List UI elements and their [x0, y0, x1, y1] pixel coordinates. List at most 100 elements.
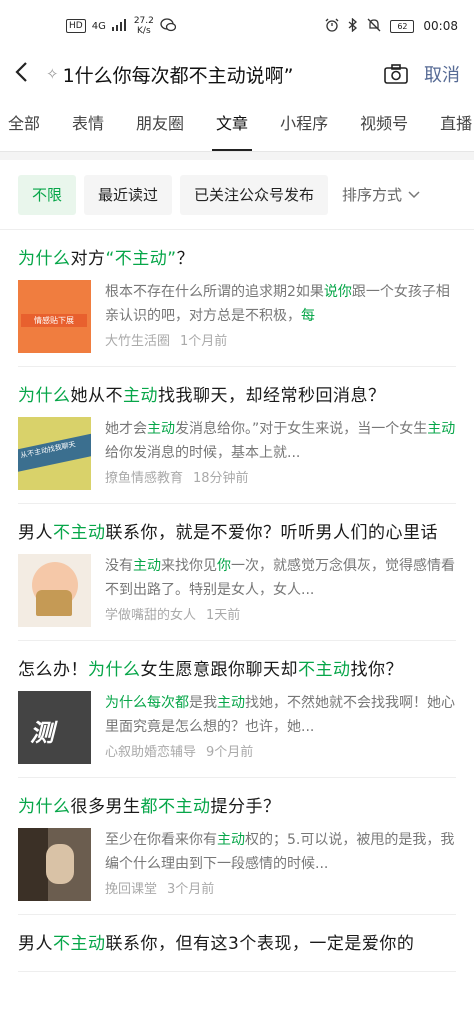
plain-text: 是我 — [189, 695, 217, 711]
plain-text: 提分手？ — [210, 797, 281, 817]
filter-chip-followed-accounts[interactable]: 已关注公众号发布 — [180, 174, 329, 215]
result-meta: 大竹生活圈 1个月前 — [105, 330, 456, 354]
tab-item[interactable]: 直播 — [424, 96, 474, 151]
search-input[interactable]: ✧ 1什么你每次都不主动说啊” — [46, 61, 376, 88]
result-item[interactable]: 为什么对方“不主动”？ 情感贴下展 根本不存在什么所谓的追求期2如果说你跟一个女孩子… — [18, 230, 456, 367]
highlight-text: 每 — [301, 308, 315, 324]
result-thumbnail — [18, 828, 91, 901]
publish-time: 9个月前 — [206, 745, 254, 760]
source-account: 心叙助婚恋辅导 — [105, 745, 197, 760]
sparkle-icon: ✧ — [46, 65, 59, 83]
plain-text: 她才会 — [105, 421, 147, 437]
result-meta: 学做嘴甜的女人 1天前 — [105, 604, 456, 628]
publish-time: 18分钟前 — [193, 471, 249, 486]
result-thumbnail: 从不主动找我聊天 — [18, 417, 91, 490]
network-speed: 27.2 K/s — [134, 16, 154, 36]
plain-text: 找你？ — [350, 660, 403, 680]
tab-item[interactable]: 视频号 — [344, 96, 424, 151]
plain-text: 联系你，就是不爱你？听听男人们的心里话 — [105, 523, 438, 543]
highlight-text: 都不主动 — [140, 797, 211, 817]
result-snippet: 至少在你看来你有主动权的；5.可以说，被甩的是我，我编个什么理由到下一段感情的时… — [105, 828, 456, 876]
result-title: 为什么对方“不主动”？ — [18, 244, 456, 274]
result-snippet: 没有主动来找你见你一次，就感觉万念俱灰，觉得感情看不到出路了。特别是女人，女人.… — [105, 554, 456, 602]
plain-text: 女生愿意跟你聊天却 — [140, 660, 298, 680]
result-thumbnail — [18, 554, 91, 627]
highlight-text: 为什么 — [18, 386, 71, 406]
result-text: 至少在你看来你有主动权的；5.可以说，被甩的是我，我编个什么理由到下一段感情的时… — [105, 828, 456, 902]
thumbnail-shape — [18, 828, 48, 901]
plain-text: 男人 — [18, 523, 53, 543]
result-text: 没有主动来找你见你一次，就感觉万念俱灰，觉得感情看不到出路了。特别是女人，女人.… — [105, 554, 456, 628]
chevron-down-icon — [408, 190, 420, 198]
source-account: 大竹生活圈 — [105, 334, 171, 349]
alarm-icon — [325, 18, 339, 35]
thumbnail-caption: 测 — [30, 719, 54, 747]
result-meta: 挽回课堂 3个月前 — [105, 878, 456, 902]
result-item[interactable]: 怎么办！为什么女生愿意跟你聊天却不主动找你？ 测 为什么每次都是我主动找她，不然她就… — [18, 641, 456, 778]
tab-item[interactable]: 全部 — [0, 96, 56, 151]
battery-level: 62 — [397, 21, 408, 31]
result-meta: 撩鱼情感教育 18分钟前 — [105, 467, 456, 491]
status-bar: HD 4G 27.2 K/s 62 00:08 — [0, 0, 474, 52]
search-query-text: 1什么你每次都不主动说啊” — [62, 64, 294, 87]
tab-item[interactable]: 小程序 — [264, 96, 344, 151]
bluetooth-icon — [348, 17, 358, 35]
section-divider — [0, 152, 474, 160]
result-body: 情感贴下展 根本不存在什么所谓的追求期2如果说你跟一个女孩子相亲认识的吧，对方总是… — [18, 280, 456, 354]
result-snippet: 为什么每次都是我主动找她，不然她就不会找我啊！她心里面究竟是怎么想的？也许，她.… — [105, 691, 456, 739]
result-item[interactable]: 男人不主动联系你，但有这3个表现，一定是爱你的 — [18, 915, 456, 972]
search-bar: ✧ 1什么你每次都不主动说啊” 取消 — [0, 52, 474, 96]
result-item[interactable]: 为什么很多男生都不主动提分手？ 至少在你看来你有主动权的；5.可以说，被甩的是我，… — [18, 778, 456, 915]
camera-icon — [384, 64, 408, 84]
tab-item[interactable]: 文章 — [200, 96, 264, 151]
battery-icon: 62 — [390, 19, 415, 33]
result-text: 为什么每次都是我主动找她，不然她就不会找我啊！她心里面究竟是怎么想的？也许，她.… — [105, 691, 456, 765]
highlight-text: 主动 — [217, 695, 245, 711]
speed-value: 27.2 — [133, 16, 154, 26]
results-list: 为什么对方“不主动”？ 情感贴下展 根本不存在什么所谓的追求期2如果说你跟一个女孩子… — [0, 230, 474, 972]
publish-time: 1个月前 — [180, 334, 228, 349]
tab-item[interactable]: 朋友圈 — [120, 96, 200, 151]
signal-icon — [111, 18, 128, 34]
filter-chip-recently-read[interactable]: 最近读过 — [84, 174, 173, 215]
plain-text: 来找你见 — [161, 558, 217, 574]
plain-text: 发消息给你。”对于女生来说，当一个女生 — [175, 421, 428, 437]
hd-badge: HD — [66, 19, 86, 33]
highlight-text: 不主动 — [298, 660, 351, 680]
highlight-text: 为什么 — [88, 660, 141, 680]
thumbnail-caption: 情感贴下展 — [21, 314, 87, 327]
back-button[interactable] — [14, 61, 36, 87]
highlight-text: 你 — [217, 558, 231, 574]
network-indicator: 4G — [91, 20, 106, 32]
plain-text: 至少在你看来你有 — [105, 832, 217, 848]
category-tabs: 全部 表情 朋友圈 文章 小程序 视频号 直播 — [0, 96, 474, 152]
source-account: 撩鱼情感教育 — [105, 471, 184, 486]
plain-text: 怎么办！ — [18, 660, 88, 680]
result-item[interactable]: 为什么她从不主动找我聊天，却经常秒回消息？ 从不主动找我聊天 她才会主动发消息给你。… — [18, 367, 456, 504]
result-body: 至少在你看来你有主动权的；5.可以说，被甩的是我，我编个什么理由到下一段感情的时… — [18, 828, 456, 902]
plain-text: 没有 — [105, 558, 133, 574]
filter-chip-any[interactable]: 不限 — [18, 174, 77, 215]
highlight-text: 主动 — [427, 421, 456, 437]
result-title: 为什么很多男生都不主动提分手？ — [18, 792, 456, 822]
clock: 00:08 — [423, 19, 458, 33]
result-body: 没有主动来找你见你一次，就感觉万念俱灰，觉得感情看不到出路了。特别是女人，女人.… — [18, 554, 456, 628]
cancel-button[interactable]: 取消 — [424, 61, 460, 87]
plain-text: 她从不 — [70, 386, 123, 406]
result-snippet: 她才会主动发消息给你。”对于女生来说，当一个女生主动给你发消息的时候，基本上就.… — [105, 417, 456, 465]
result-item[interactable]: 男人不主动联系你，就是不爱你？听听男人们的心里话没有主动来找你见你一次，就感觉万… — [18, 504, 456, 641]
plain-text: 对方 — [70, 249, 106, 269]
highlight-text: 不主动 — [53, 523, 106, 543]
camera-button[interactable] — [384, 64, 408, 84]
highlight-text: 主动 — [147, 421, 175, 437]
mute-icon — [367, 18, 381, 35]
plain-text: 找我聊天，却经常秒回消息？ — [158, 386, 386, 406]
tab-item[interactable]: 表情 — [56, 96, 120, 151]
source-account: 学做嘴甜的女人 — [105, 608, 197, 623]
highlight-text: “不主动” — [105, 249, 177, 269]
result-text: 根本不存在什么所谓的追求期2如果说你跟一个女孩子相亲认识的吧，对方总是不积极，每… — [105, 280, 456, 354]
sort-dropdown[interactable]: 排序方式 — [336, 184, 420, 205]
sort-label: 排序方式 — [342, 186, 403, 204]
status-left: HD 4G 27.2 K/s — [66, 16, 177, 36]
highlight-text: 为什么 — [18, 249, 71, 269]
